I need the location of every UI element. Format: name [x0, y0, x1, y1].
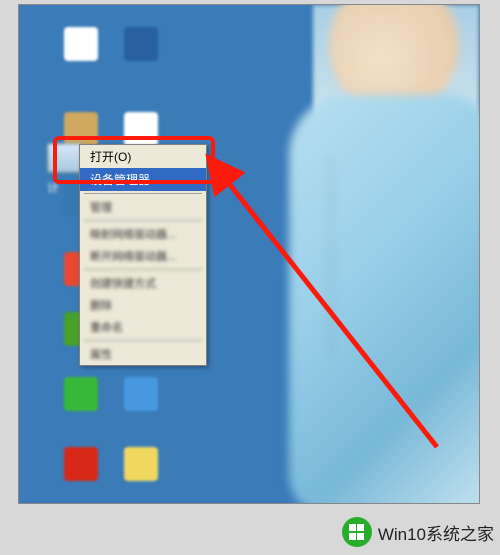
app-icon [124, 112, 158, 146]
menu-item[interactable]: 属性 [80, 343, 206, 365]
desktop-icon[interactable] [59, 27, 103, 83]
menu-item[interactable]: 映射网络驱动器... [80, 223, 206, 245]
menu-item[interactable]: 管理 [80, 196, 206, 218]
menu-separator [84, 193, 202, 194]
menu-lower-section: 管理映射网络驱动器...断开网络驱动器... 创建快捷方式删除重命名属性 [80, 196, 206, 365]
menu-item[interactable]: 打开(O) [80, 145, 206, 168]
screenshot-frame: 计 打开(O)设备管理器 管理映射网络驱动器...断开网络驱动器...创建快捷方… [18, 4, 480, 504]
app-icon [124, 377, 158, 411]
desktop-icon[interactable] [119, 377, 163, 433]
menu-item[interactable]: 创建快捷方式 [80, 272, 206, 294]
menu-item[interactable]: 断开网络驱动器... [80, 245, 206, 267]
watermark: Win10系统之家 [342, 517, 494, 547]
menu-separator [84, 220, 202, 221]
context-menu: 打开(O)设备管理器 管理映射网络驱动器...断开网络驱动器... 创建快捷方式删… [79, 144, 207, 366]
menu-separator [84, 340, 202, 341]
app-icon [64, 377, 98, 411]
app-icon [124, 27, 158, 61]
menu-separator [84, 269, 202, 270]
menu-item[interactable]: 删除 [80, 294, 206, 316]
desktop-icon[interactable] [59, 377, 103, 433]
app-icon [64, 27, 98, 61]
desktop-icon[interactable] [119, 447, 163, 503]
watermark-text: Win10系统之家 [378, 520, 494, 545]
wallpaper-background [313, 5, 479, 503]
menu-item[interactable]: 重命名 [80, 316, 206, 338]
menu-top-section: 打开(O)设备管理器 [80, 145, 206, 191]
app-icon [124, 447, 158, 481]
app-icon [64, 112, 98, 146]
wallpaper-figure [309, 5, 449, 503]
desktop-icon[interactable] [119, 27, 163, 83]
desktop-icon[interactable] [59, 447, 103, 503]
windows-logo-icon [342, 517, 372, 547]
menu-item[interactable]: 设备管理器 [80, 168, 206, 191]
app-icon [64, 447, 98, 481]
